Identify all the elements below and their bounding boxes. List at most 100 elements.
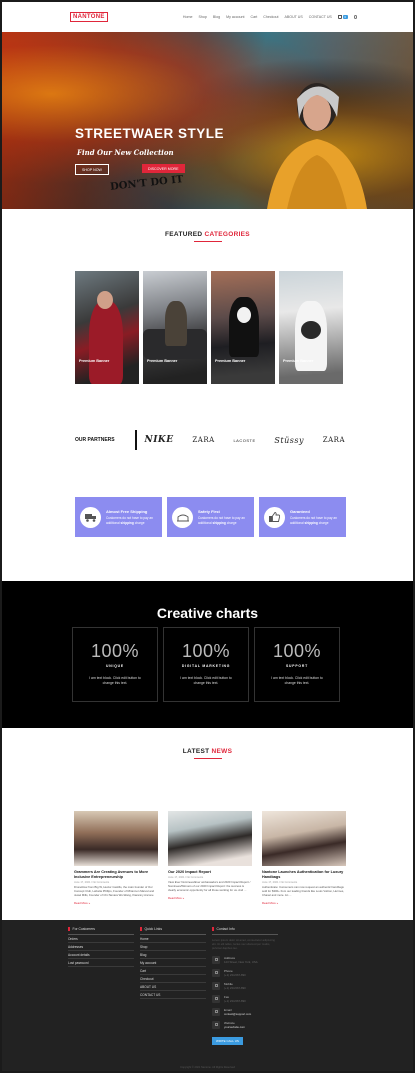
news-title-a: LATEST: [182, 748, 210, 755]
page-frame: NANTONE Home Shop Blog My account Cart C…: [2, 2, 413, 1071]
feature-box-safety: Safety First Customers do not have to pa…: [167, 497, 254, 537]
news-card: Our 2020 Impact Report June 17, 2021 / N…: [168, 811, 252, 905]
title-underline: [193, 758, 222, 759]
footer-link-home[interactable]: Home: [140, 935, 206, 944]
footer-link-account-details[interactable]: Account details: [68, 951, 134, 960]
category-card[interactable]: Premium Banner: [211, 271, 275, 384]
footer-link-cart[interactable]: Cart: [140, 967, 206, 976]
nav-item-contact[interactable]: CONTACT US: [309, 15, 332, 19]
partner-logo-lacoste[interactable]: LACOSTE: [233, 438, 255, 443]
partner-logos: NIKE ZARA LACOSTE Stüssy ZARA: [145, 435, 346, 445]
bag-icon: [337, 15, 342, 19]
category-card[interactable]: Premium Banner: [279, 271, 343, 384]
shield-icon: [172, 506, 193, 528]
footer-heading: Quick Links: [144, 927, 163, 931]
news-card: Grammers Are Creating Avenues to More In…: [74, 811, 158, 905]
contact-value: 123 Street, New York, USA: [224, 959, 258, 964]
hero-banner: DON'T DO IT STREETWAER STYLE Find Our Ne…: [2, 32, 413, 209]
call-us-button[interactable]: WRITE CALL US: [212, 1036, 243, 1045]
phone-icon: [212, 968, 220, 977]
site-header: NANTONE Home Shop Blog My account Cart C…: [2, 2, 413, 32]
feature-desc-2: additional: [290, 520, 304, 525]
contact-website[interactable]: yourwebsite.com: [224, 1025, 245, 1029]
footer-heading: For Customers: [72, 927, 95, 931]
read-more-link[interactable]: Read More »: [168, 896, 252, 900]
nav-item-shop[interactable]: Shop: [199, 15, 207, 19]
partners-divider: [135, 430, 137, 450]
latest-news-section: LATEST NEWS Grammers Are Creating Avenue…: [2, 748, 413, 905]
news-excerpt: View Ever Nominees/Ever ambassadors and …: [168, 879, 251, 892]
contact-value: (+1) 234-567-890: [224, 998, 246, 1003]
feature-box-guaranteed: Garanteed Customers do not have to pay a…: [259, 497, 346, 537]
counter-desc: I am text block. Click edit button to: [271, 676, 323, 680]
footer-link-orders[interactable]: Orders: [68, 935, 134, 944]
mail-icon: [212, 1007, 220, 1016]
nav-item-about[interactable]: ABOUT US: [284, 15, 302, 19]
feature-title: Garanteed: [290, 509, 310, 515]
counter-name: UNIQUE: [106, 664, 124, 668]
mobile-icon: [212, 981, 220, 990]
charts-title: Creative charts: [156, 605, 259, 621]
search-icon[interactable]: [353, 15, 357, 19]
footer-link-contact[interactable]: CONTACT US: [140, 991, 206, 1000]
read-more-link[interactable]: Read More »: [262, 901, 346, 905]
news-image[interactable]: [168, 811, 252, 866]
site-logo[interactable]: NANTONE: [70, 12, 108, 22]
footer-link-shop[interactable]: Shop: [140, 943, 206, 952]
discover-more-button[interactable]: DISCOVER MORE: [142, 164, 185, 173]
feature-desc-3: charge: [318, 520, 329, 525]
news-image[interactable]: [74, 811, 158, 866]
footer-contact-info: Contact Info Lorem ipsum dolor sit amet,…: [212, 927, 278, 1047]
read-more-link[interactable]: Read More »: [74, 901, 158, 905]
footer-link-addresses[interactable]: Addresses: [68, 943, 134, 952]
cart-button[interactable]: 0: [337, 15, 348, 19]
feature-box-shipping: Almost Free Shipping Customers do not ha…: [75, 497, 162, 537]
news-title[interactable]: Nantone Launches Authentication for Luxu…: [262, 870, 346, 880]
category-label: Premium Banner: [147, 359, 178, 363]
footer-link-blog[interactable]: Blog: [140, 951, 206, 960]
partner-logo-zara[interactable]: ZARA: [192, 436, 214, 444]
categories-title: FEATURED CATEGORIES: [2, 231, 413, 238]
nav-item-home[interactable]: Home: [183, 15, 193, 19]
nav-item-cart[interactable]: Cart: [251, 15, 258, 19]
news-title[interactable]: Grammers Are Creating Avenues to More In…: [74, 870, 158, 880]
nav-item-blog[interactable]: Blog: [213, 15, 220, 19]
hero-model-figure: [267, 83, 367, 209]
footer-heading: Contact Info: [216, 927, 235, 931]
footer-link-checkout[interactable]: Checkout: [140, 975, 206, 984]
counter-value: 100%: [90, 641, 140, 661]
shop-now-button[interactable]: SHOP NOW: [75, 164, 109, 175]
nav-item-my-account[interactable]: My account: [226, 15, 244, 19]
site-footer: For Customers Orders Addresses Account d…: [2, 920, 413, 1071]
category-card[interactable]: Premium Banner: [75, 271, 139, 384]
contact-email[interactable]: contact@support.com: [224, 1012, 251, 1016]
counter-box: 100% SUPPORT I am text block. Click edit…: [254, 627, 340, 702]
news-meta: June 17, 2021 / No Comments: [262, 880, 298, 884]
counter-name: SUPPORT: [286, 664, 308, 668]
news-image[interactable]: [262, 811, 346, 866]
news-excerpt: Droneblow from Big W, Hector Castillo, t…: [74, 884, 155, 897]
footer-link-lost-password[interactable]: Lost password: [68, 959, 134, 968]
counter-desc: I am text block. Click edit button to: [89, 676, 141, 680]
nav-item-checkout[interactable]: Checkout: [263, 15, 278, 19]
footer-quick-links: Quick Links Home Shop Blog My account Ca…: [140, 927, 206, 1000]
counter-box: 100% UNIQUE I am text block. Click edit …: [72, 627, 158, 702]
counter-name: DIGITAL MARKETING: [181, 664, 231, 668]
partner-logo-zara[interactable]: ZARA: [323, 436, 345, 444]
footer-link-about[interactable]: ABOUT US: [140, 983, 206, 992]
category-label: Premium Banner: [215, 359, 246, 363]
news-meta: June 17, 2021 / No Comments: [74, 880, 110, 884]
category-card[interactable]: Premium Banner: [143, 271, 207, 384]
feature-desc-3: charge: [226, 520, 237, 525]
news-title[interactable]: Our 2020 Impact Report: [168, 870, 252, 875]
categories-title-b: CATEGORIES: [204, 231, 250, 238]
contact-value: (+1) 234-567-890: [224, 985, 246, 990]
partners-title: OUR PARTNERS: [75, 437, 115, 443]
footer-link-my-account[interactable]: My account: [140, 959, 206, 968]
partner-logo-stussy[interactable]: Stüssy: [274, 436, 304, 445]
news-title: LATEST NEWS: [2, 748, 413, 755]
counter-desc: I am text block. Click edit button to: [180, 676, 232, 680]
fax-icon: [212, 994, 220, 1003]
partner-logo-nike[interactable]: NIKE: [145, 435, 174, 445]
contact-row: Website yourwebsite.com: [212, 1020, 278, 1029]
